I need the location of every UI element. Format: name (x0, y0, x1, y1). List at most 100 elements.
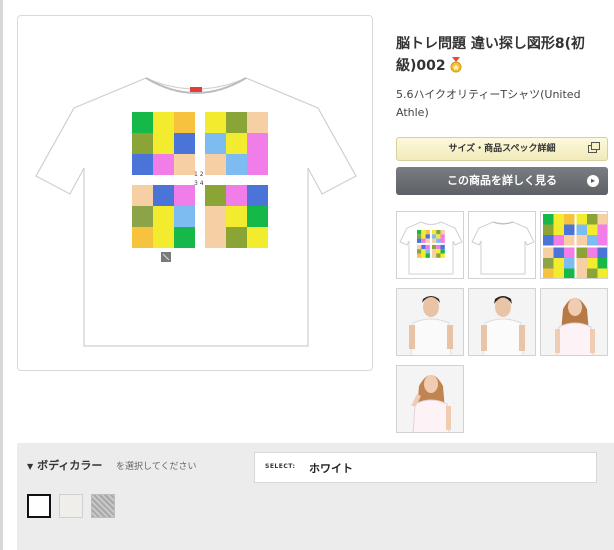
design-block (587, 214, 598, 225)
product-title: 脳トレ問題 違い探し図形8(初級)002 (396, 33, 606, 80)
design-block (576, 258, 587, 269)
thumbnail-model-male-2[interactable] (468, 288, 536, 356)
design-block (440, 249, 445, 254)
design-block (247, 206, 268, 227)
product-title-text: 脳トレ問題 違い探し図形8(初級)002 (396, 36, 586, 74)
design-block (174, 227, 195, 248)
design-block (205, 206, 226, 227)
thumbnail-back-plain[interactable] (468, 211, 536, 279)
product-main-image[interactable]: 1 2 3 4 (17, 15, 373, 371)
design-block (576, 224, 587, 235)
design-block (436, 230, 441, 235)
design-block (153, 133, 174, 154)
design-block (425, 234, 430, 239)
body-color-label: ボディカラー (37, 459, 103, 472)
design-block (587, 247, 598, 258)
design-block (436, 253, 441, 258)
design-numbers-bottom: 3 4 (194, 180, 204, 187)
design-block (132, 154, 153, 175)
design-block (425, 230, 430, 235)
thumbnail-design-closeup[interactable] (540, 211, 608, 279)
design-block (153, 112, 174, 133)
design-block (174, 185, 195, 206)
medal-icon (449, 57, 463, 80)
design-block (543, 214, 554, 225)
design-block (431, 234, 437, 239)
design-block (440, 253, 445, 258)
design-block (587, 268, 598, 278)
design-block (226, 206, 247, 227)
design-block (247, 227, 268, 248)
design-block (417, 244, 422, 250)
external-window-icon (588, 142, 600, 153)
design-block (431, 244, 437, 250)
design-block (597, 268, 607, 278)
design-block (440, 230, 445, 235)
size-spec-button[interactable]: サイズ・商品スペック詳細 (396, 137, 608, 161)
color-swatch-natural[interactable] (59, 494, 83, 518)
design-block (247, 185, 268, 206)
design-block (417, 253, 422, 258)
design-block (553, 235, 564, 246)
size-spec-label: サイズ・商品スペック詳細 (448, 144, 556, 154)
color-swatch-white[interactable] (27, 494, 51, 518)
design-block (553, 247, 564, 258)
design-block (421, 253, 426, 258)
product-subtitle: 5.6ハイクオリティーTシャツ(United Athle) (396, 88, 581, 119)
design-block (421, 244, 426, 250)
design-block (587, 224, 598, 235)
design-block (564, 247, 575, 258)
design-block (205, 133, 226, 154)
design-block (553, 224, 564, 235)
design-block (543, 247, 554, 258)
design-block (226, 133, 247, 154)
body-color-toggle[interactable]: ▼ ボディカラー (27, 457, 102, 473)
design-block (174, 133, 195, 154)
design-block (132, 206, 153, 227)
select-tag: SELECT: (265, 463, 296, 470)
design-block (564, 268, 575, 278)
design-block (553, 214, 564, 225)
color-swatch-heather-gray[interactable] (91, 494, 115, 518)
tag-label (190, 87, 202, 92)
design-block (247, 154, 268, 175)
thumbnail-model-female-1[interactable] (540, 288, 608, 356)
selected-color-value: ホワイト (309, 462, 353, 475)
design-block (226, 112, 247, 133)
thumbnail-front-design[interactable] (396, 211, 464, 279)
design-block (421, 249, 426, 254)
design-block (436, 238, 441, 243)
thumbnail-model-female-2[interactable] (396, 365, 464, 433)
design-block (247, 112, 268, 133)
design-block (564, 235, 575, 246)
product-detail-button[interactable]: この商品を詳しく見る ▸ (396, 167, 608, 195)
design-block (417, 230, 422, 235)
design-block (564, 258, 575, 269)
design-block (564, 214, 575, 225)
design-block (597, 235, 607, 246)
design-block (132, 112, 153, 133)
design-block (576, 268, 587, 278)
design-block (431, 230, 437, 235)
design-block (587, 258, 598, 269)
design-block (153, 154, 174, 175)
design-block (576, 247, 587, 258)
design-block (174, 112, 195, 133)
body-color-select[interactable]: SELECT: ホワイト (254, 452, 597, 483)
product-detail-label: この商品を詳しく見る (447, 174, 557, 187)
design-block (226, 185, 247, 206)
design-block (431, 238, 437, 243)
design-block (174, 154, 195, 175)
design-block (153, 185, 174, 206)
design-block (425, 253, 430, 258)
thumbnail-model-male-1[interactable] (396, 288, 464, 356)
design-block (440, 244, 445, 250)
design-block (431, 253, 437, 258)
body-color-hint: を選択してください (116, 462, 197, 472)
design-block (564, 224, 575, 235)
design-block (417, 249, 422, 254)
design-block (421, 238, 426, 243)
design-block (132, 133, 153, 154)
design-block (543, 224, 554, 235)
design-block (597, 214, 607, 225)
